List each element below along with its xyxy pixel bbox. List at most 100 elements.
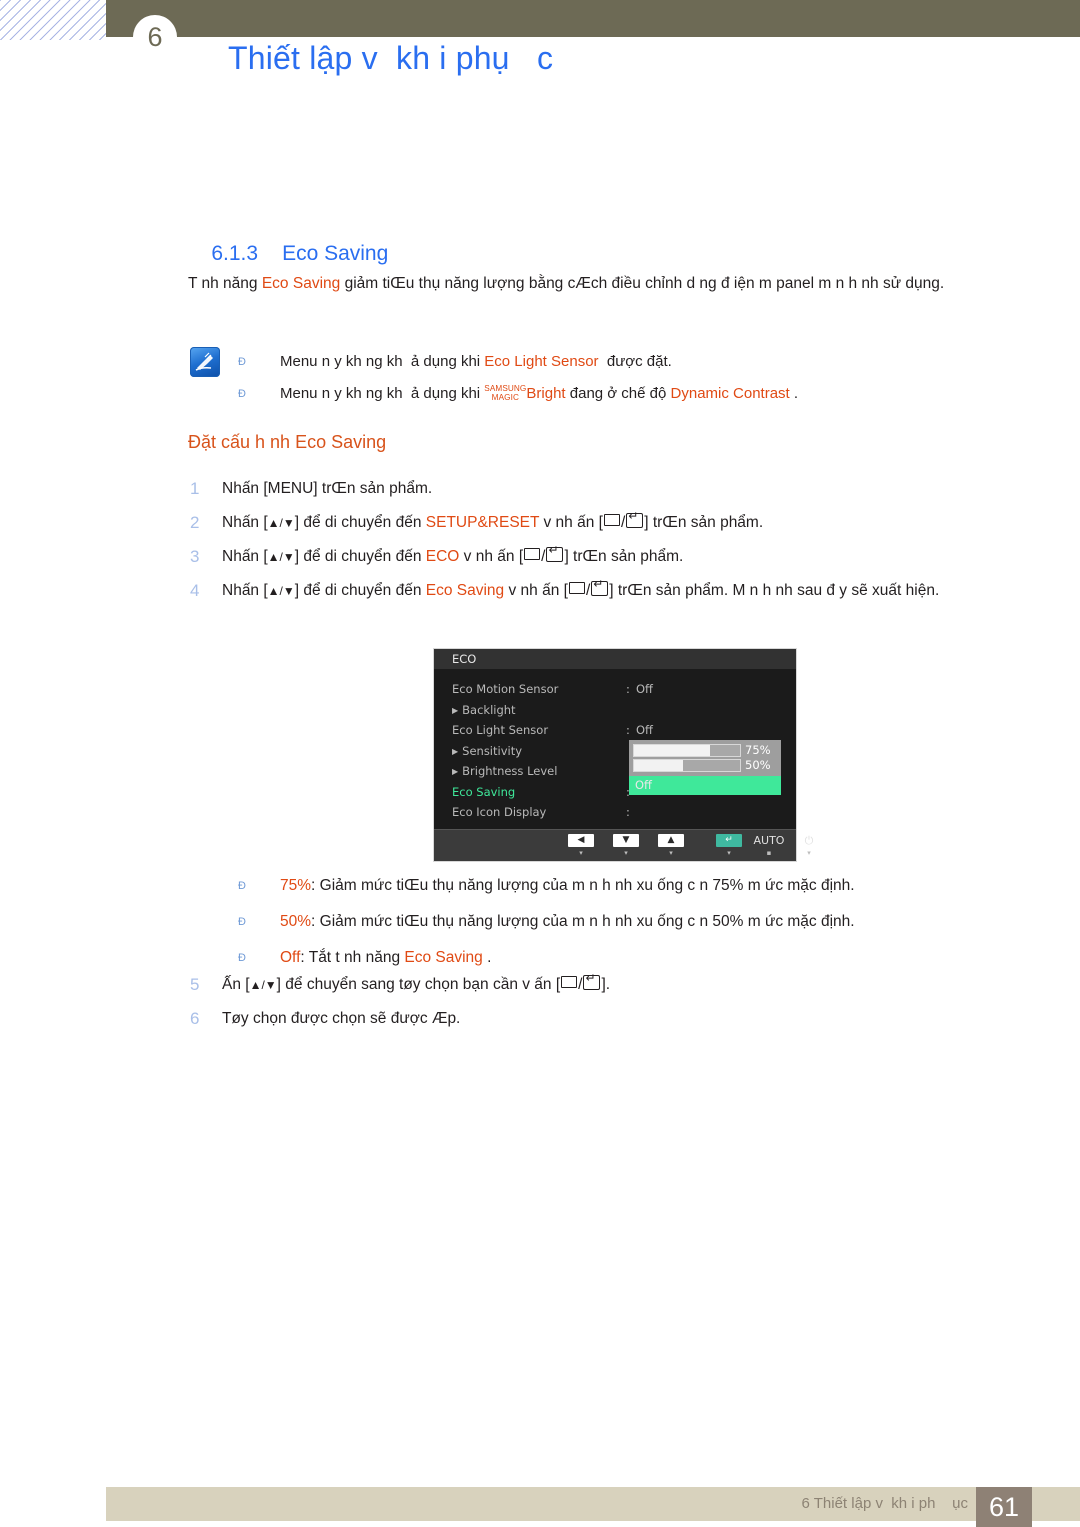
- step-text: Nhấn [: [222, 582, 268, 599]
- eco-bar-50-fill: [634, 760, 683, 771]
- note-text-middle: đang ở chế độ: [565, 385, 671, 402]
- key-enter-icon: [583, 972, 601, 990]
- intro-text-after: giảm tiŒu thụ năng lượng bằng cÆch điều …: [340, 275, 945, 292]
- step-text: ].: [601, 976, 611, 993]
- eco-bar-50-track: [633, 759, 741, 772]
- key-enter-icon: [626, 510, 644, 528]
- option-item: Ð 75%: Giảm mức tiŒu thụ năng lượng của …: [238, 868, 1008, 904]
- magic-bottom-line: MAGIC: [491, 393, 520, 402]
- key-menu-icon: [568, 582, 585, 594]
- step-text: v nh ấn [: [504, 582, 568, 599]
- osd-menu-label: Eco Motion Sensor: [452, 682, 559, 697]
- note-text-before: Menu n y kh ng kh ả dụng khi: [280, 353, 485, 370]
- note-keyword: Eco Light Sensor: [484, 353, 599, 370]
- step-keyword: ECO: [425, 548, 460, 565]
- step-number: 6: [190, 1009, 200, 1028]
- option-keyword: 75%: [280, 877, 312, 894]
- osd-left-button[interactable]: ◀ ▾: [564, 834, 598, 858]
- steps-list-top: 1 Nhấn [MENU] trŒn sản phẩm. 2 Nhấn [▲/▼] đ…: [190, 474, 1010, 610]
- note-item: Ð Menu n y kh ng kh ả dụng khi Eco Light…: [238, 346, 1008, 378]
- eco-bar-75[interactable]: 75%: [633, 744, 777, 757]
- osd-screenshot: ECO Eco Motion Sensor: Off Backlight Eco Li…: [433, 648, 813, 862]
- eco-bar-75-track: [633, 744, 741, 757]
- arrow-keys-icon: ▲/▼: [267, 516, 295, 530]
- step-body: Nhấn [▲/▼] để di chuyển đến Eco Saving v…: [222, 576, 1010, 606]
- eco-bar-50-label: 50%: [745, 758, 771, 772]
- osd-enter-button[interactable]: ↵ ▾: [712, 834, 746, 858]
- eco-option-off-selected[interactable]: Off: [629, 776, 781, 795]
- eco-bar-50[interactable]: 50%: [633, 759, 777, 772]
- option-description-list: Ð 75%: Giảm mức tiŒu thụ năng lượng của …: [238, 868, 1008, 976]
- osd-down-button[interactable]: ▼ ▾: [609, 834, 643, 858]
- step-item: 6 Tøy chọn được chọn sẽ được Æp.: [190, 1004, 1010, 1034]
- step-text: Ấn [: [222, 976, 250, 993]
- step-number: 4: [190, 581, 200, 600]
- osd-menu-item[interactable]: Backlight: [434, 700, 796, 721]
- eco-saving-popup: 75% 50% Off: [629, 740, 781, 795]
- option-bullet: Ð: [238, 880, 246, 892]
- option-keyword-2: Eco Saving: [404, 949, 483, 966]
- step-text: ] trŒn sản phẩm.: [644, 514, 764, 531]
- step-text: ] trŒn sản phẩm.: [564, 548, 684, 565]
- option-keyword: Off: [280, 949, 301, 966]
- osd-menu-item[interactable]: Eco Motion Sensor: Off: [434, 679, 796, 700]
- intro-paragraph: T nh năng Eco Saving giảm tiŒu thụ năng …: [188, 270, 1000, 297]
- note-pencil-icon: [190, 347, 220, 377]
- intro-text-before: T nh năng: [188, 275, 262, 292]
- osd-auto-button[interactable]: AUTO ▪: [752, 834, 786, 858]
- enter-button-glyph: ↵: [716, 834, 742, 847]
- step-text: /: [578, 976, 583, 993]
- option-tail: .: [482, 949, 492, 966]
- osd-power-button[interactable]: ⏻ ▾: [792, 834, 826, 858]
- step-number: 1: [190, 479, 200, 498]
- note-list: Ð Menu n y kh ng kh ả dụng khi Eco Light…: [238, 346, 1008, 410]
- osd-menu-item[interactable]: Eco Icon Display:: [434, 802, 796, 823]
- key-enter-icon: [546, 544, 564, 562]
- note-text-before: Menu n y kh ng kh ả dụng khi: [280, 385, 485, 402]
- step-body: Nhấn [▲/▼] để di chuyển đến ECO v nh ấn …: [222, 542, 1010, 572]
- step-body: Nhấn [▲/▼] để di chuyển đến SETUP&RESET …: [222, 508, 1010, 538]
- option-item: Ð 50%: Giảm mức tiŒu thụ năng lượng của …: [238, 904, 1008, 940]
- option-description: : Giảm mức tiŒu thụ năng lượng của m n h…: [311, 877, 855, 894]
- note-item: Ð Menu n y kh ng kh ả dụng khi SAMSUNG MA…: [238, 378, 1008, 410]
- step-text: ] để chuyển sang tøy chọn bạn cần v ấn [: [276, 976, 561, 993]
- step-keyword: Eco Saving: [425, 582, 505, 599]
- note-bullet: Ð: [238, 388, 246, 400]
- osd-menu-label: Eco Saving: [452, 784, 516, 799]
- sub-heading: Đặt cấu h nh Eco Saving: [188, 432, 387, 452]
- key-menu-icon: [561, 976, 578, 988]
- osd-menu-label: Eco Light Sensor: [452, 723, 549, 738]
- step-text: v nh ấn [: [459, 548, 524, 565]
- step-text: Nhấn [: [222, 548, 268, 565]
- step-text: ] để di chuyển đến: [294, 582, 426, 599]
- arrow-keys-icon: ▲/▼: [249, 978, 277, 992]
- osd-button-dot: ▾: [807, 849, 811, 857]
- osd-menu-label: Backlight: [452, 703, 626, 717]
- step-text: ] trŒn sản phẩm. M n h nh sau đ y sẽ xuấ…: [609, 582, 940, 599]
- step-number: 3: [190, 547, 200, 566]
- option-bullet: Ð: [238, 916, 246, 928]
- eco-bar-75-label: 75%: [745, 743, 771, 757]
- eco-bar-75-fill: [634, 745, 711, 756]
- step-text: Nhấn [: [222, 514, 268, 531]
- osd-up-button[interactable]: ▲ ▾: [654, 834, 688, 858]
- section-title: Eco Saving: [282, 242, 389, 265]
- step-body: Ấn [▲/▼] để chuyển sang tøy chọn bạn cần…: [222, 970, 1010, 1000]
- auto-button-glyph: AUTO: [753, 834, 785, 847]
- left-button-glyph: ◀: [568, 834, 594, 847]
- up-button-glyph: ▲: [658, 834, 684, 847]
- osd-menu-item[interactable]: Eco Light Sensor: Off: [434, 720, 796, 741]
- note-keyword-2: Dynamic Contrast: [670, 385, 790, 402]
- step-keyword: SETUP&RESET: [425, 514, 540, 531]
- osd-colon: :: [626, 805, 630, 820]
- step-text: ] để di chuyển đến: [294, 514, 426, 531]
- step-text: Nhấn [MENU] trŒn sản phẩm.: [222, 480, 433, 497]
- osd-button-bar: ◀ ▾ ▼ ▾ ▲ ▾ ↵ ▾ AUTO ▪ ⏻ ▾: [434, 829, 813, 861]
- note-text-after: .: [789, 385, 799, 402]
- osd-button-dot: ▪: [766, 849, 772, 857]
- arrow-keys-icon: ▲/▼: [267, 550, 295, 564]
- down-button-glyph: ▼: [613, 834, 639, 847]
- option-keyword: 50%: [280, 913, 312, 930]
- osd-menu-label: Eco Icon Display: [452, 805, 547, 820]
- note-keyword: Bright: [526, 385, 566, 402]
